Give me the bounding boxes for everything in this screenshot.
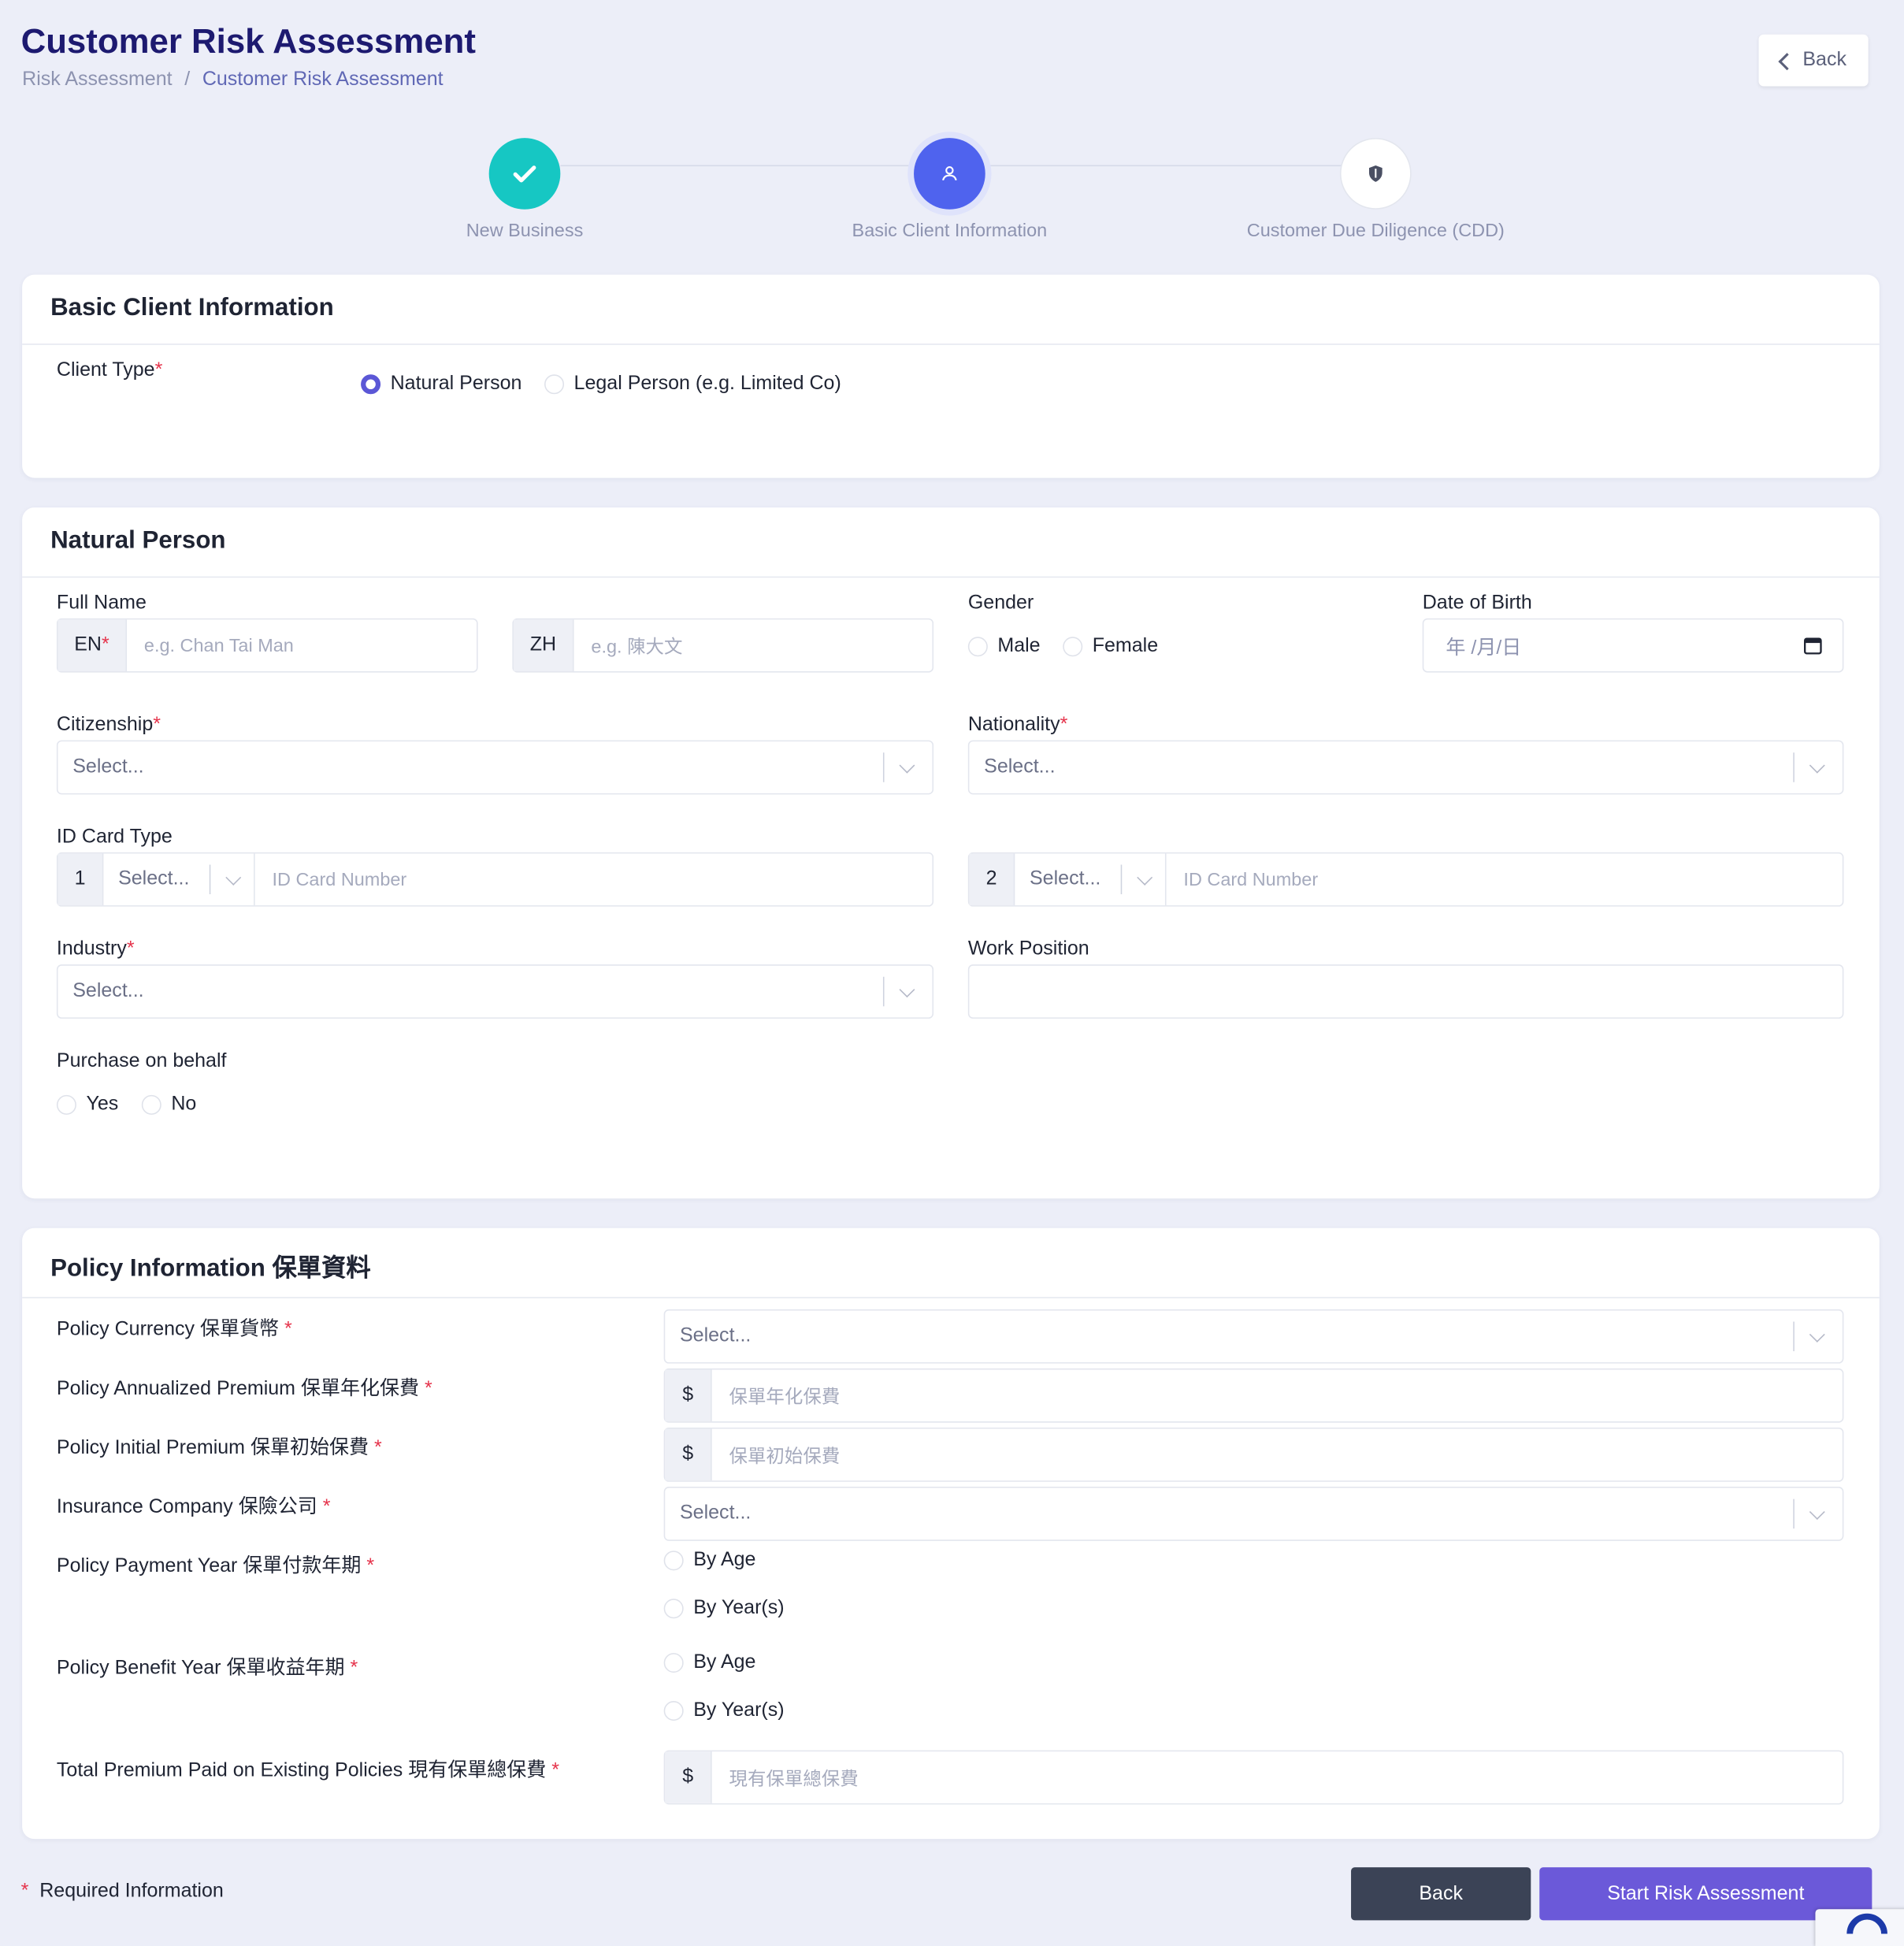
gender-label: Gender	[967, 592, 1034, 614]
radio-legal-person[interactable]: Legal Person (e.g. Limited Co)	[544, 373, 841, 396]
radio-payment-by-years[interactable]: By Year(s)	[663, 1598, 785, 1620]
client-type-label: Client Type*	[56, 359, 163, 381]
recaptcha-icon	[1846, 1913, 1887, 1934]
full-name-label: Full Name	[56, 592, 147, 614]
radio-benefit-by-years[interactable]: By Year(s)	[663, 1699, 785, 1721]
id-card-2-addon: 2	[969, 853, 1015, 906]
breadcrumb: Risk Assessment / Customer Risk Assessment	[22, 69, 444, 91]
step-label-new-business: New Business	[466, 220, 584, 242]
stepper-line-2	[989, 165, 1342, 167]
dob-input[interactable]: 年 /月/日	[1422, 618, 1844, 673]
citizenship-label: Citizenship*	[56, 714, 161, 736]
id-card-type-label: ID Card Type	[56, 826, 173, 848]
header-back-label: Back	[1802, 49, 1846, 71]
initial-premium-input[interactable]: $ 保單初始保費	[663, 1427, 1844, 1482]
chevron-down-icon	[1809, 1503, 1825, 1520]
radio-male[interactable]: Male	[967, 636, 1041, 658]
chevron-left-icon	[1777, 52, 1796, 70]
id-card-1-type-select[interactable]: Select...	[103, 853, 255, 906]
currency-addon: $	[665, 1428, 712, 1481]
natural-person-title: Natural Person	[50, 527, 226, 555]
insurance-company-label: Insurance Company 保險公司 *	[56, 1496, 331, 1518]
back-button[interactable]: Back	[1351, 1867, 1531, 1921]
id-card-1-addon: 1	[58, 853, 104, 906]
currency-addon: $	[665, 1751, 712, 1803]
id-card-1-group: 1 Select... ID Card Number	[56, 852, 934, 907]
policy-currency-label: Policy Currency 保單貨幣 *	[56, 1319, 292, 1340]
radio-purchase-yes[interactable]: Yes	[56, 1094, 118, 1116]
industry-label: Industry*	[56, 938, 135, 960]
id-card-2-group: 2 Select... ID Card Number	[967, 852, 1844, 907]
header-back-button[interactable]: Back	[1758, 34, 1869, 87]
id-card-2-number-input[interactable]: ID Card Number	[1167, 869, 1318, 890]
radio-natural-person[interactable]: Natural Person	[361, 373, 521, 396]
policy-info-card: Policy Information 保單資料 Policy Currency …	[22, 1227, 1880, 1840]
step-cdd[interactable]	[1339, 138, 1412, 210]
id-card-2-type-select[interactable]: Select...	[1015, 853, 1167, 906]
total-premium-label: Total Premium Paid on Existing Policies …	[56, 1760, 560, 1781]
work-position-input[interactable]	[967, 964, 1844, 1019]
breadcrumb-current: Customer Risk Assessment	[202, 69, 444, 91]
radio-benefit-by-age[interactable]: By Age	[663, 1652, 755, 1674]
annualized-premium-input[interactable]: $ 保單年化保費	[663, 1368, 1844, 1423]
page-title: Customer Risk Assessment	[20, 22, 477, 61]
chevron-down-icon	[1809, 1326, 1825, 1343]
full-name-zh-input[interactable]: ZH e.g. 陳大文	[512, 618, 934, 673]
natural-person-card: Natural Person Full Name EN * e.g. Chan T…	[22, 507, 1880, 1199]
check-icon	[513, 165, 536, 183]
required-info-note: * Required Information	[20, 1881, 224, 1902]
stepper-line-1	[560, 165, 911, 167]
chevron-down-icon	[225, 869, 242, 886]
annualized-premium-label: Policy Annualized Premium 保單年化保費 *	[56, 1378, 432, 1400]
citizenship-select[interactable]: Select...	[56, 740, 934, 795]
step-label-cdd: Customer Due Diligence (CDD)	[1246, 220, 1505, 242]
chevron-down-icon	[899, 981, 915, 997]
zh-addon: ZH	[513, 619, 574, 672]
recaptcha-badge[interactable]	[1815, 1909, 1904, 1946]
radio-purchase-no[interactable]: No	[141, 1094, 196, 1116]
chevron-down-icon	[899, 756, 915, 773]
basic-info-title: Basic Client Information	[50, 294, 334, 322]
policy-info-title: Policy Information 保單資料	[50, 1255, 371, 1283]
nationality-label: Nationality*	[967, 714, 1068, 736]
total-premium-input[interactable]: $ 現有保單總保費	[663, 1750, 1844, 1805]
chevron-down-icon	[1809, 756, 1825, 773]
shield-icon	[1368, 165, 1383, 182]
industry-select[interactable]: Select...	[56, 964, 934, 1019]
step-label-basic-client-info: Basic Client Information	[852, 220, 1048, 242]
insurance-company-select[interactable]: Select...	[663, 1487, 1844, 1541]
work-position-label: Work Position	[967, 938, 1089, 960]
dob-label: Date of Birth	[1422, 592, 1532, 614]
step-basic-client-info[interactable]	[907, 132, 992, 216]
radio-female[interactable]: Female	[1063, 636, 1158, 658]
step-new-business[interactable]	[488, 138, 561, 210]
payment-year-label: Policy Payment Year 保單付款年期 *	[56, 1555, 375, 1577]
purchase-on-behalf-label: Purchase on behalf	[56, 1050, 227, 1072]
calendar-icon[interactable]	[1803, 636, 1823, 655]
full-name-en-input[interactable]: EN * e.g. Chan Tai Man	[56, 618, 478, 673]
user-icon	[942, 166, 957, 181]
initial-premium-label: Policy Initial Premium 保單初始保費 *	[56, 1437, 382, 1459]
nationality-select[interactable]: Select...	[967, 740, 1844, 795]
en-addon: EN *	[58, 619, 128, 672]
currency-addon: $	[665, 1369, 712, 1422]
benefit-year-label: Policy Benefit Year 保單收益年期 *	[56, 1658, 358, 1679]
radio-payment-by-age[interactable]: By Age	[663, 1550, 755, 1572]
breadcrumb-risk-assessment[interactable]: Risk Assessment	[22, 69, 172, 91]
id-card-1-number-input[interactable]: ID Card Number	[255, 869, 407, 890]
policy-currency-select[interactable]: Select...	[663, 1309, 1844, 1364]
chevron-down-icon	[1137, 869, 1153, 886]
basic-client-info-card: Basic Client Information Client Type* Na…	[22, 274, 1880, 478]
